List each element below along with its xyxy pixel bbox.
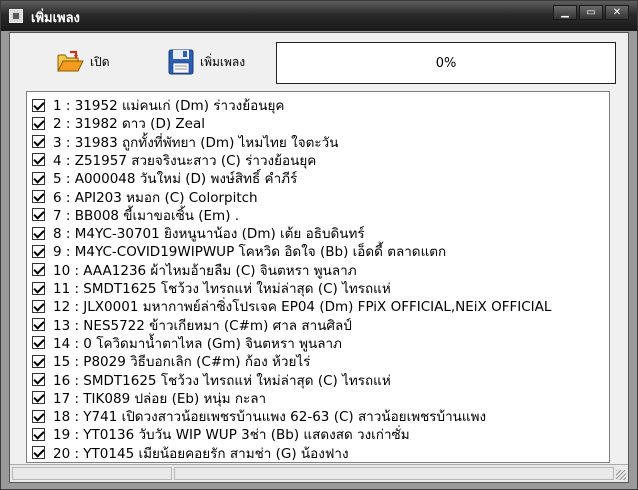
song-checkbox[interactable] <box>32 446 45 460</box>
song-checkbox[interactable] <box>32 373 45 386</box>
song-list-item[interactable]: 6 : API203 หมอก (C) Colorpitch <box>27 188 609 206</box>
song-list-item[interactable]: 15 : P8029 วิธีบอกเลิก (C#m) ก้อง ห้วยไร… <box>27 352 609 370</box>
song-checkbox[interactable] <box>32 299 45 313</box>
close-button[interactable]: ✕ <box>605 5 629 20</box>
song-list-item[interactable]: 4 : Z51957 สวยจริงนะสาว (C) ร่าวงย้อนยุค <box>27 151 609 169</box>
song-checkbox[interactable] <box>32 244 45 258</box>
resize-grip[interactable] <box>616 470 626 480</box>
song-list-item[interactable]: 2 : 31982 ดาว (D) Zeal <box>27 114 609 132</box>
song-checkbox[interactable] <box>32 190 45 203</box>
title-bar[interactable]: เพิ่มเพลง ▁ ▭ ✕ <box>1 1 637 31</box>
song-checkbox[interactable] <box>32 208 45 222</box>
maximize-button[interactable]: ▭ <box>579 5 603 20</box>
song-checkbox[interactable] <box>32 135 45 149</box>
status-pane-1 <box>12 467 172 480</box>
add-songs-button[interactable]: เพิ่มเพลง <box>168 47 245 77</box>
progress-bar: 0% <box>276 42 616 84</box>
song-checkbox[interactable] <box>32 171 45 185</box>
minimize-button[interactable]: ▁ <box>553 5 577 20</box>
song-checkbox[interactable] <box>32 409 45 423</box>
song-list-item[interactable]: 19 : YT0136 วับวัน WIP WUP 3ช่า (Bb) แสด… <box>27 425 609 443</box>
song-list-item[interactable]: 11 : SMDT1625 โชว้วง ไทรถแห่ ใหม่ล่าสุด … <box>27 279 609 297</box>
song-list-item[interactable]: 10 : AAA1236 ผ้าไหมอ้ายลืม (C) จินตหรา พ… <box>27 261 609 279</box>
song-list-item[interactable]: 9 : M4YC-COVID19WIPWUP โคหวิด อิดใจ (Bb)… <box>27 242 609 260</box>
status-bar <box>10 464 628 482</box>
folder-open-icon <box>57 50 84 72</box>
song-checkbox[interactable] <box>32 427 45 441</box>
client-area: เปิด เพิ่มเพลง 0% 1 : 31952 แม่คนเก่ (Dm… <box>9 32 629 483</box>
open-label: เปิด <box>90 54 110 69</box>
song-list-item[interactable]: 13 : NES5722 ข้าวเกียหมา (C#m) ศาล สานศิ… <box>27 316 609 334</box>
song-checkbox[interactable] <box>32 318 45 332</box>
song-list-item[interactable]: 20 : YT0145 เมียน้อยคอยรัก สามช่า (G) น้… <box>27 444 609 462</box>
status-pane-2 <box>174 467 614 480</box>
song-list-item[interactable]: 8 : M4YC-30701 ยิงหนูนาน้อง (Dm) เต้ย อธ… <box>27 224 609 242</box>
song-checkbox[interactable] <box>32 116 45 130</box>
song-checkbox[interactable] <box>32 354 45 368</box>
app-icon[interactable] <box>9 9 23 23</box>
song-checkbox[interactable] <box>32 98 45 112</box>
song-label: 20 : YT0145 เมียน้อยคอยรัก สามช่า (G) น้… <box>53 445 349 462</box>
progress-text: 0% <box>435 55 457 71</box>
add-songs-label: เพิ่มเพลง <box>200 54 246 69</box>
song-checkbox[interactable] <box>32 153 45 167</box>
song-checkbox[interactable] <box>32 263 45 277</box>
song-list-item[interactable]: 5 : A000048 วันใหม่ (D) พงษ์สิทธิ์ คำภีร… <box>27 169 609 187</box>
song-checkbox[interactable] <box>32 336 45 350</box>
open-button[interactable]: เปิด <box>56 47 110 77</box>
song-checkbox[interactable] <box>32 226 45 240</box>
song-list-item[interactable]: 18 : Y741 เปิดวงสาวน้อยเพชรบ้านแพง 62-63… <box>27 407 609 425</box>
song-list-item[interactable]: 14 : 0 โควิดมาน้ำตาไหล (Gm) จินตหรา พูนล… <box>27 334 609 352</box>
floppy-disk-icon <box>168 49 194 75</box>
toolbar: เปิด เพิ่มเพลง 0% <box>10 33 628 89</box>
song-list-item[interactable]: 17 : TIK089 ปล่อย (Eb) หนุ่ม กะลา <box>27 389 609 407</box>
song-list-item[interactable]: 16 : SMDT1625 โชว้วง ไทรถแห่ ใหม่ล่าสุด … <box>27 371 609 389</box>
song-checkbox[interactable] <box>32 391 45 405</box>
song-list-item[interactable]: 7 : BB008 ขี้เมาขอเซิ้น (Em) . <box>27 206 609 224</box>
song-list-item[interactable]: 3 : 31983 ถูกทั้งที่พัทยา (Dm) ไหมไทย ใจ… <box>27 133 609 151</box>
song-checklist[interactable]: 1 : 31952 แม่คนเก่ (Dm) ร่าวงย้อนยุค 2 : … <box>26 91 610 463</box>
song-checkbox[interactable] <box>32 281 45 295</box>
song-list-item[interactable]: 12 : JLX0001 มหากาพย์ล่าซิ่งโปรเจค EP04 … <box>27 297 609 315</box>
window-title: เพิ่มเพลง <box>31 11 80 26</box>
add-songs-window: เพิ่มเพลง ▁ ▭ ✕ เปิด เพิ่มเพลง 0% 1: 31… <box>0 0 638 490</box>
song-list-item[interactable]: 1 : 31952 แม่คนเก่ (Dm) ร่าวงย้อนยุค <box>27 96 609 114</box>
